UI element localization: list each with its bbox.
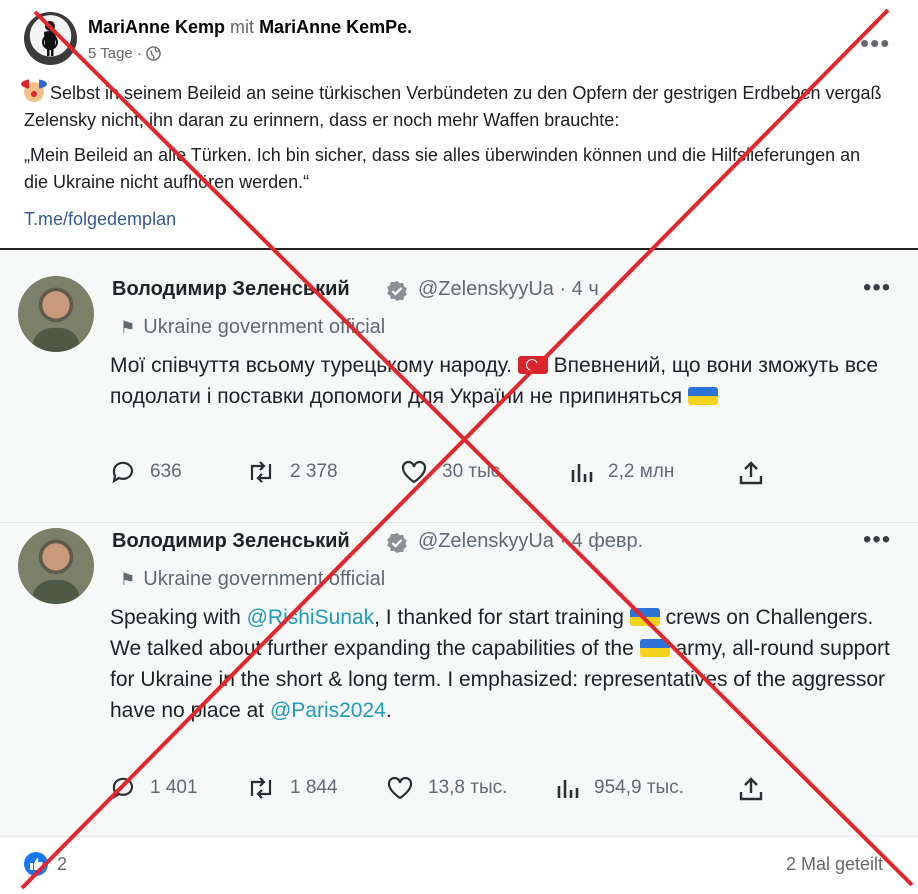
views-count: 2,2 млн bbox=[608, 461, 675, 482]
like-action: 13,8 тыс. bbox=[386, 776, 507, 800]
tweet-official-label: ⚑ Ukraine government official bbox=[120, 316, 385, 339]
clown-emoji-icon bbox=[21, 79, 47, 102]
turkey-flag-icon bbox=[517, 356, 548, 374]
reply-action: 1 401 bbox=[110, 776, 198, 800]
tweet-actions: 1 401 1 844 13,8 тыс. 954,9 тыс. bbox=[110, 776, 890, 806]
retweet-action: 1 844 bbox=[246, 776, 338, 800]
reply-count: 1 401 bbox=[150, 777, 198, 798]
reply-icon bbox=[112, 461, 134, 484]
verified-badge-icon bbox=[387, 280, 407, 302]
views-action: 954,9 тыс. bbox=[556, 776, 684, 800]
verified-badge-icon bbox=[387, 532, 407, 554]
retweet-icon bbox=[250, 777, 272, 799]
views-count: 954,9 тыс. bbox=[594, 777, 684, 798]
reply-count: 636 bbox=[150, 461, 182, 482]
globe-icon bbox=[146, 46, 161, 61]
silhouette-icon bbox=[42, 21, 58, 56]
flag-icon: ⚑ bbox=[120, 318, 136, 337]
retweet-count: 2 378 bbox=[290, 461, 338, 482]
post-paragraph-2: „Mein Beileid an alle Türken. Ich bin si… bbox=[24, 145, 861, 192]
analytics-icon bbox=[557, 780, 579, 798]
flag-icon: ⚑ bbox=[120, 570, 136, 589]
share-icon bbox=[739, 777, 763, 801]
tweet-official-label: ⚑ Ukraine government official bbox=[120, 568, 385, 591]
tweet-author-name: Володимир Зеленський bbox=[112, 278, 350, 300]
share-action bbox=[738, 776, 764, 802]
heart-icon bbox=[401, 460, 427, 484]
tweet-screenshot-image[interactable]: Володимир Зеленський @ZelenskyyUa · 4 ч … bbox=[0, 250, 918, 836]
more-options-button[interactable]: ••• bbox=[860, 28, 890, 59]
tweet-more-icon: ••• bbox=[863, 526, 892, 553]
views-action: 2,2 млн bbox=[570, 460, 674, 484]
tweet-text: Мої співчуття всьому турецькому народу. bbox=[110, 354, 512, 377]
share-icon bbox=[739, 461, 763, 485]
author-line: MariAnne Kemp mit MariAnne KemPe. bbox=[88, 17, 412, 38]
share-action bbox=[738, 460, 764, 486]
official-label-text: Ukraine government official bbox=[143, 568, 386, 590]
like-count: 13,8 тыс. bbox=[428, 777, 508, 798]
tweet-avatar bbox=[18, 276, 94, 352]
like-action: 30 тыс. bbox=[400, 460, 506, 484]
tweet-actions: 636 2 378 30 тыс. 2,2 млн bbox=[110, 460, 890, 490]
post-text: Selbst in seinem Beileid an seine türkis… bbox=[21, 79, 884, 204]
with-word: mit bbox=[230, 17, 255, 37]
tweet-handle: @ZelenskyyUa · 4 февр. bbox=[418, 530, 644, 552]
tweet-author-name: Володимир Зеленський bbox=[112, 530, 350, 552]
profile-avatar[interactable] bbox=[24, 12, 77, 65]
tweet-card: Володимир Зеленський @ZelenskyyUa · 4 фе… bbox=[0, 516, 918, 801]
ukraine-flag-icon bbox=[639, 639, 670, 657]
post-meta: 5 Tage · bbox=[88, 45, 161, 62]
post-paragraph-1: Selbst in seinem Beileid an seine türkis… bbox=[21, 79, 884, 134]
analytics-icon bbox=[571, 464, 593, 482]
tweet-text: , I thanked for start training bbox=[374, 606, 624, 629]
like-reaction-icon[interactable] bbox=[24, 852, 48, 876]
tweet-handle: @ZelenskyyUa · 4 ч bbox=[418, 278, 599, 300]
thumbs-up-icon bbox=[30, 858, 43, 870]
like-count: 30 тыс. bbox=[442, 461, 506, 482]
tweet-text: . bbox=[385, 699, 392, 722]
reaction-count[interactable]: 2 bbox=[57, 854, 67, 875]
post-time[interactable]: 5 Tage bbox=[88, 45, 133, 62]
mention-link: @Paris2024 bbox=[269, 699, 386, 722]
author-name[interactable]: MariAnne Kemp bbox=[88, 17, 225, 37]
tweet-body: Speaking with @RishiSunak, I thanked for… bbox=[110, 602, 890, 726]
reply-icon bbox=[112, 777, 134, 800]
coauthor-name[interactable]: MariAnne KemPe. bbox=[259, 17, 412, 37]
tweet-text: Speaking with bbox=[110, 606, 241, 629]
heart-icon bbox=[387, 776, 413, 800]
meta-separator: · bbox=[136, 45, 142, 62]
mention-link: @RishiSunak bbox=[246, 606, 375, 629]
tweet-avatar bbox=[18, 528, 94, 604]
tweet-card: Володимир Зеленський @ZelenskyyUa · 4 ч … bbox=[0, 264, 918, 523]
post-text-1: Selbst in seinem Beileid an seine türkis… bbox=[24, 83, 882, 130]
share-count[interactable]: 2 Mal geteilt bbox=[786, 854, 883, 875]
reply-action: 636 bbox=[110, 460, 182, 484]
ukraine-flag-icon bbox=[687, 387, 718, 405]
post-footer: 2 2 Mal geteilt bbox=[0, 836, 918, 894]
post-header: MariAnne Kemp mit MariAnne KemPe. 5 Tage… bbox=[24, 12, 904, 68]
official-label-text: Ukraine government official bbox=[143, 316, 386, 338]
post-link[interactable]: T.me/folgedemplan bbox=[24, 209, 176, 230]
ukraine-flag-icon bbox=[629, 608, 660, 626]
retweet-count: 1 844 bbox=[290, 777, 338, 798]
retweet-action: 2 378 bbox=[246, 460, 338, 484]
tweet-more-icon: ••• bbox=[863, 274, 892, 301]
tweet-body: Мої співчуття всьому турецькому народу. … bbox=[110, 350, 890, 412]
retweet-icon bbox=[250, 461, 272, 483]
